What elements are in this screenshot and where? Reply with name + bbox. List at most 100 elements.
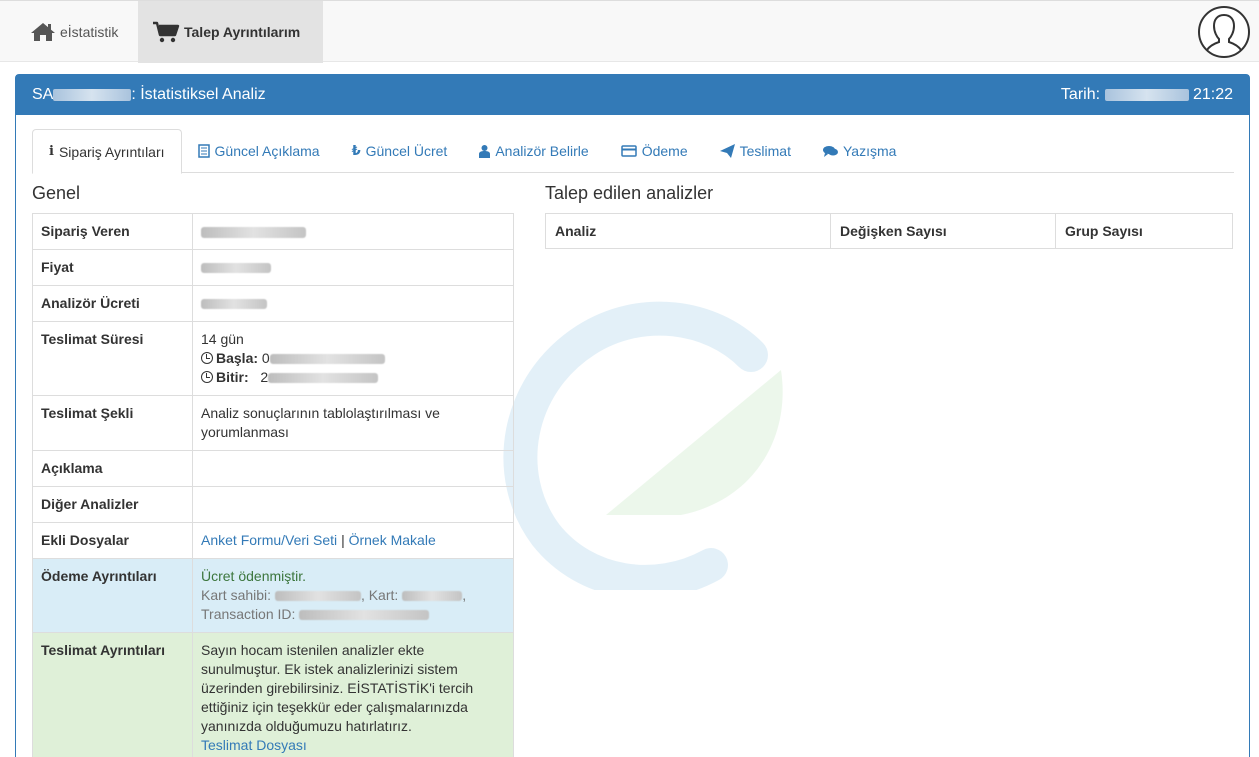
anket-formu-link[interactable]: Anket Formu/Veri Seti — [201, 532, 337, 548]
tab-label: Güncel Ücret — [365, 143, 448, 159]
shopping-cart-icon — [153, 21, 180, 43]
tab-guncel-ucret[interactable]: ₺ Güncel Ücret — [336, 129, 464, 173]
end-label: Bitir: — [216, 369, 249, 385]
redacted-start-date — [269, 354, 385, 365]
redacted-order-id — [53, 88, 132, 101]
row-value — [192, 285, 514, 322]
redacted-card-number — [402, 591, 463, 602]
card-label: , Kart: — [360, 587, 399, 603]
column-header-grup-sayisi: Grup Sayısı — [1055, 213, 1233, 249]
table-row: Teslimat Ayrıntıları Sayın hocam istenil… — [32, 632, 514, 757]
tab-analizor-belirle[interactable]: Analizör Belirle — [463, 129, 604, 173]
panel-title-suffix: : İstatistiksel Analiz — [131, 86, 266, 103]
nav-talep-ayrintilarim[interactable]: Talep Ayrıntılarım — [138, 1, 323, 63]
credit-card-icon — [620, 145, 637, 157]
table-row: Açıklama — [32, 450, 514, 487]
tab-odeme[interactable]: Ödeme — [605, 129, 704, 173]
tab-label: Analizör Belirle — [495, 143, 589, 159]
table-row: Ödeme Ayrıntıları Ücret ödenmiştir. Kart… — [32, 558, 514, 633]
teslimat-dosyasi-link[interactable]: Teslimat Dosyası — [201, 737, 307, 753]
table-row: Fiyat — [32, 249, 514, 286]
tab-yazisma[interactable]: Yazışma — [807, 129, 912, 173]
nav-home-link[interactable]: eİstatistik — [18, 1, 130, 63]
redacted-customer-name — [201, 226, 306, 238]
row-value: Ücret ödenmiştir. Kart sahibi: , Kart: ,… — [192, 558, 514, 633]
end-date-line: Bitir: 2 — [201, 368, 505, 387]
info-icon: i — [49, 144, 54, 159]
card-holder-label: Kart sahibi: — [201, 587, 272, 603]
home-icon — [31, 23, 55, 41]
start-date-line: Başla: 0 — [201, 349, 505, 368]
date-label: Tarih: — [1060, 86, 1101, 103]
redacted-transaction-id — [299, 610, 430, 621]
delivery-message: Sayın hocam istenilen analizler ekte sun… — [201, 642, 474, 734]
tab-bar: i Sipariş Ayrıntıları Güncel Açıklama ₺ … — [32, 129, 1234, 174]
column-header-degisken-sayisi: Değişken Sayısı — [830, 213, 1056, 249]
redacted-analyst-fee — [201, 299, 267, 310]
row-label: Teslimat Şekli — [32, 395, 193, 451]
user-icon — [479, 145, 491, 158]
table-row: Ekli Dosyalar Anket Formu/Veri Seti | Ör… — [32, 522, 514, 559]
requested-analyses-table: Analiz Değişken Sayısı Grup Sayısı — [545, 213, 1233, 249]
delivery-duration: 14 gün — [201, 331, 244, 347]
clock-icon — [201, 371, 213, 383]
end-date-prefix: 2 — [260, 369, 269, 385]
panel-title: SA : İstatistiksel Analiz — [32, 86, 266, 104]
row-value: Sayın hocam istenilen analizler ekte sun… — [192, 632, 514, 757]
row-value — [192, 486, 514, 523]
row-value: 14 gün Başla: 0 Bitir: 2 — [192, 321, 514, 396]
send-icon — [719, 144, 735, 158]
redacted-card-holder — [274, 591, 361, 602]
redacted-end-date — [268, 373, 379, 384]
lira-icon: ₺ — [351, 143, 361, 158]
nav-active-label: Talep Ayrıntılarım — [184, 24, 301, 40]
row-label: Ödeme Ayrıntıları — [32, 558, 193, 633]
document-icon — [197, 144, 210, 158]
ornek-makale-link[interactable]: Örnek Makale — [349, 532, 436, 548]
row-label: Analizör Ücreti — [32, 285, 193, 322]
redacted-date — [1104, 88, 1189, 101]
payment-status: Ücret ödenmiştir. — [201, 568, 307, 584]
nav-home-label: eİstatistik — [60, 24, 119, 40]
order-panel: SA : İstatistiksel Analiz Tarih: 21:22 i … — [15, 74, 1250, 757]
tab-label: Güncel Açıklama — [214, 143, 320, 159]
tab-label: Ödeme — [641, 143, 688, 159]
table-header-row: Analiz Değişken Sayısı Grup Sayısı — [545, 213, 1233, 249]
panel-date: Tarih: 21:22 — [1061, 86, 1233, 104]
tab-label: Sipariş Ayrıntıları — [58, 143, 165, 160]
order-details-table: Sipariş Veren Fiyat Analizör Ücreti Tesl… — [32, 213, 514, 757]
start-label: Başla: — [216, 350, 259, 366]
tab-label: Teslimat — [739, 143, 791, 159]
tab-teslimat[interactable]: Teslimat — [704, 129, 807, 173]
row-label: Teslimat Ayrıntıları — [32, 632, 193, 757]
transaction-line: Transaction ID: — [201, 605, 505, 624]
panel-heading: SA : İstatistiksel Analiz Tarih: 21:22 — [16, 75, 1249, 115]
top-navbar: eİstatistik Talep Ayrıntılarım — [0, 0, 1259, 63]
table-row: Diğer Analizler — [32, 486, 514, 523]
start-date-prefix: 0 — [261, 350, 270, 366]
eistatistik-watermark-logo — [503, 301, 783, 590]
row-value — [192, 450, 514, 487]
row-label: Teslimat Süresi — [32, 321, 193, 396]
row-value: Anket Formu/Veri Seti | Örnek Makale — [192, 522, 514, 559]
table-row: Teslimat Şekli Analiz sonuçlarının tablo… — [32, 395, 514, 451]
card-comma: , — [462, 587, 467, 603]
card-holder-line: Kart sahibi: , Kart: , — [201, 586, 505, 605]
table-row: Analizör Ücreti — [32, 285, 514, 322]
panel-title-prefix: SA — [32, 86, 54, 103]
row-value: Analiz sonuçlarının tablolaştırılması ve… — [192, 395, 514, 451]
redacted-price — [201, 263, 271, 274]
tab-guncel-aciklama[interactable]: Güncel Açıklama — [182, 129, 336, 173]
user-avatar-icon[interactable] — [1197, 5, 1251, 59]
row-label: Diğer Analizler — [32, 486, 193, 523]
row-label: Açıklama — [32, 450, 193, 487]
table-row: Sipariş Veren — [32, 213, 514, 250]
tab-siparis-ayrintilari[interactable]: i Sipariş Ayrıntıları — [32, 129, 182, 174]
genel-heading: Genel — [32, 183, 81, 203]
row-label: Ekli Dosyalar — [32, 522, 193, 559]
clock-icon — [201, 352, 213, 364]
tab-label: Yazışma — [842, 143, 897, 159]
table-row: Teslimat Süresi 14 gün Başla: 0 Bitir: 2 — [32, 321, 514, 396]
row-value — [192, 213, 514, 250]
row-value — [192, 249, 514, 286]
